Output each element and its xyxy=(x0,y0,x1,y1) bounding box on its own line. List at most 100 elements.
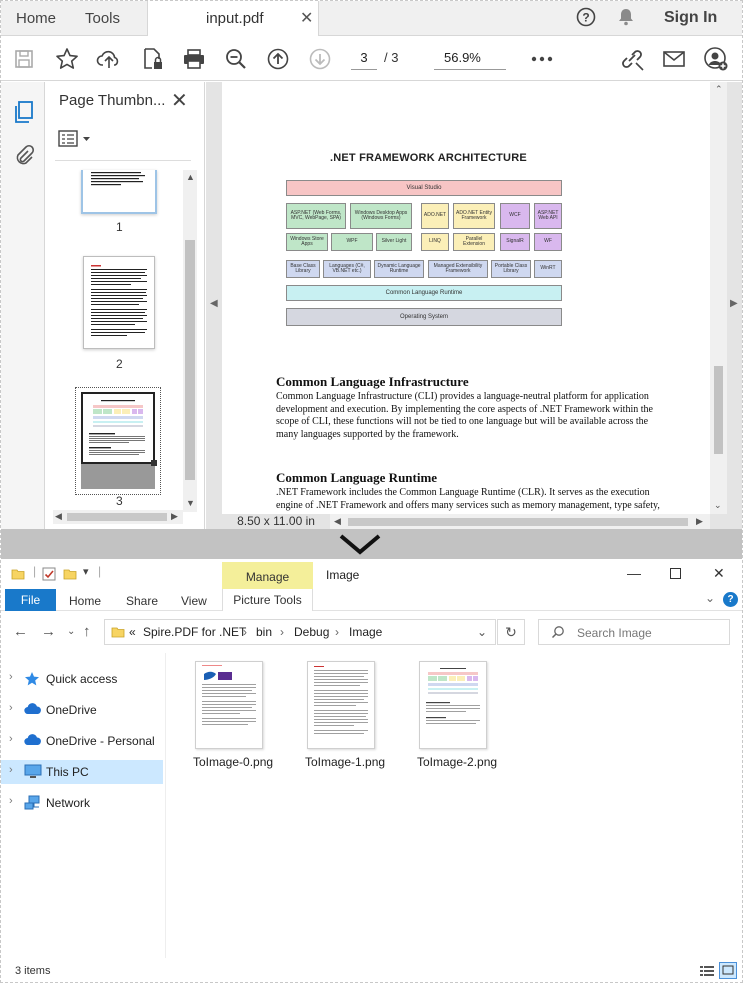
ribbon-expand-icon[interactable]: ⌄ xyxy=(705,591,715,605)
manage-contextual-tab[interactable]: Manage xyxy=(222,562,313,589)
ribbon-tab-share[interactable]: Share xyxy=(126,594,158,608)
nav-this-pc[interactable]: › This PC xyxy=(1,760,163,784)
scroll-down-icon[interactable]: ▼ xyxy=(186,498,195,508)
section-body-cli: Common Language Infrastructure (CLI) pro… xyxy=(276,391,653,440)
box-wcf: WCF xyxy=(500,203,530,229)
scroll-up-icon[interactable]: ▲ xyxy=(186,172,195,182)
doc-scroll-down-icon[interactable]: ⌄ xyxy=(714,500,722,511)
maximize-icon[interactable] xyxy=(670,568,681,579)
qat-dropdown-icon[interactable]: ▾ xyxy=(83,565,89,578)
minimize-icon[interactable]: — xyxy=(627,565,641,581)
file-item[interactable]: ToImage-2.png xyxy=(394,661,497,771)
expand-chevron-icon[interactable]: › xyxy=(9,733,13,745)
folder-icon[interactable] xyxy=(11,567,25,586)
help-icon[interactable]: ? xyxy=(723,592,738,607)
large-icons-view-icon[interactable] xyxy=(719,962,737,979)
save-icon[interactable] xyxy=(11,46,37,72)
expand-chevron-icon[interactable]: › xyxy=(9,671,13,683)
thumbnail-page-3-selection[interactable] xyxy=(75,387,161,495)
sign-in-button[interactable]: Sign In xyxy=(664,9,717,27)
tab-home[interactable]: Home xyxy=(16,10,56,27)
lock-file-icon[interactable] xyxy=(139,46,165,72)
thumbnail-scrollbar[interactable]: ▲ ▼ xyxy=(183,170,197,512)
nav-quick-access[interactable]: › Quick access xyxy=(1,667,163,691)
scroll-right-icon[interactable]: ▶ xyxy=(171,511,178,522)
expand-chevron-icon[interactable]: › xyxy=(9,764,13,776)
doc-scroll-up-icon[interactable]: ⌃ xyxy=(715,84,723,95)
account-icon[interactable] xyxy=(703,46,729,72)
attachment-icon[interactable] xyxy=(13,144,35,173)
close-panel-icon[interactable]: ✕ xyxy=(171,88,188,113)
new-folder-icon[interactable] xyxy=(63,567,77,586)
link-icon[interactable] xyxy=(619,46,645,72)
document-hscrollbar[interactable]: ◀ ▶ xyxy=(330,514,710,529)
close-window-icon[interactable]: ✕ xyxy=(713,565,725,582)
page-number-input[interactable]: 3 xyxy=(351,48,377,70)
details-view-icon[interactable] xyxy=(699,964,715,982)
print-icon[interactable] xyxy=(181,46,207,72)
breadcrumb-image[interactable]: Image xyxy=(349,625,382,639)
breadcrumb-overflow[interactable]: « xyxy=(129,625,136,639)
help-icon[interactable]: ? xyxy=(576,7,596,32)
ribbon-tab-picture-tools[interactable]: Picture Tools xyxy=(222,589,313,611)
breadcrumb-separator-icon[interactable]: › xyxy=(243,625,247,639)
properties-icon[interactable] xyxy=(41,566,57,587)
nav-onedrive-personal[interactable]: › OneDrive - Personal xyxy=(1,729,163,753)
star-icon[interactable] xyxy=(54,46,80,72)
page-down-icon[interactable] xyxy=(307,46,333,72)
thumbnail-hscroll-thumb[interactable] xyxy=(67,513,167,521)
address-bar[interactable]: « Spire.PDF for .NET › bin › Debug › Ima… xyxy=(104,619,496,645)
bell-icon[interactable] xyxy=(616,7,636,32)
nav-label: Network xyxy=(46,796,91,810)
breadcrumb-debug[interactable]: Debug xyxy=(294,625,329,639)
mail-icon[interactable] xyxy=(661,46,687,72)
zoom-level-select[interactable]: 56.9% xyxy=(434,48,506,70)
file-item[interactable]: ToImage-0.png xyxy=(170,661,273,771)
up-icon[interactable]: ↑ xyxy=(83,623,91,640)
document-tab[interactable]: input.pdf ✕ xyxy=(147,1,319,36)
thumbnail-resize-handle[interactable] xyxy=(151,460,157,466)
ribbon-tab-view[interactable]: View xyxy=(181,594,207,608)
ribbon-tab-home[interactable]: Home xyxy=(69,594,101,608)
breadcrumb-separator-icon[interactable]: › xyxy=(335,625,339,639)
doc-scroll-left-icon[interactable]: ◀ xyxy=(334,516,341,527)
nav-network[interactable]: › Network xyxy=(1,791,163,815)
box-wf: WF xyxy=(534,233,562,251)
back-icon[interactable]: ← xyxy=(13,623,28,640)
upload-cloud-icon[interactable] xyxy=(96,46,122,72)
thumbnail-scroll-thumb[interactable] xyxy=(185,240,195,480)
thumbnail-page-2[interactable] xyxy=(83,256,155,349)
scroll-left-icon[interactable]: ◀ xyxy=(55,511,62,522)
breadcrumb-separator-icon[interactable]: › xyxy=(280,625,284,639)
breadcrumb-bin[interactable]: bin xyxy=(256,625,272,639)
document-hscroll-thumb[interactable] xyxy=(348,518,688,526)
close-tab-icon[interactable]: ✕ xyxy=(300,8,313,28)
box-webapi: ASP.NET Web API xyxy=(534,203,562,229)
doc-scroll-right-icon[interactable]: ▶ xyxy=(696,516,703,527)
forward-icon[interactable]: → xyxy=(41,623,56,640)
document-vscrollbar[interactable]: ⌃ ⌄ xyxy=(710,82,727,514)
document-vscroll-thumb[interactable] xyxy=(714,366,723,454)
tab-tools[interactable]: Tools xyxy=(85,10,120,27)
expand-chevron-icon[interactable]: › xyxy=(9,795,13,807)
next-page-arrow-icon[interactable]: ▶ xyxy=(730,298,738,309)
refresh-icon[interactable]: ↻ xyxy=(497,619,525,645)
address-dropdown-icon[interactable]: ⌄ xyxy=(477,625,487,639)
page-up-icon[interactable] xyxy=(265,46,291,72)
ribbon-tab-file[interactable]: File xyxy=(5,589,56,611)
recent-locations-icon[interactable]: ⌄ xyxy=(67,626,75,637)
more-icon[interactable] xyxy=(529,46,555,72)
box-entity-framework: ADO.NET Entity Framework xyxy=(453,203,495,229)
page-thumbnails-icon[interactable] xyxy=(13,100,35,129)
prev-page-arrow-icon[interactable]: ◀ xyxy=(210,298,218,309)
expand-chevron-icon[interactable]: › xyxy=(9,702,13,714)
file-item[interactable]: ToImage-1.png xyxy=(282,661,385,771)
document-tab-label: input.pdf xyxy=(206,10,264,27)
search-box[interactable]: Search Image xyxy=(538,619,730,645)
thumbnail-hscrollbar[interactable]: ◀ ▶ xyxy=(53,510,183,524)
nav-onedrive[interactable]: › OneDrive xyxy=(1,698,163,722)
breadcrumb-spire[interactable]: Spire.PDF for .NET xyxy=(143,625,246,639)
thumbnail-options-button[interactable] xyxy=(57,128,97,150)
thumbnail-page-1[interactable] xyxy=(81,170,157,214)
zoom-out-icon[interactable] xyxy=(223,46,249,72)
